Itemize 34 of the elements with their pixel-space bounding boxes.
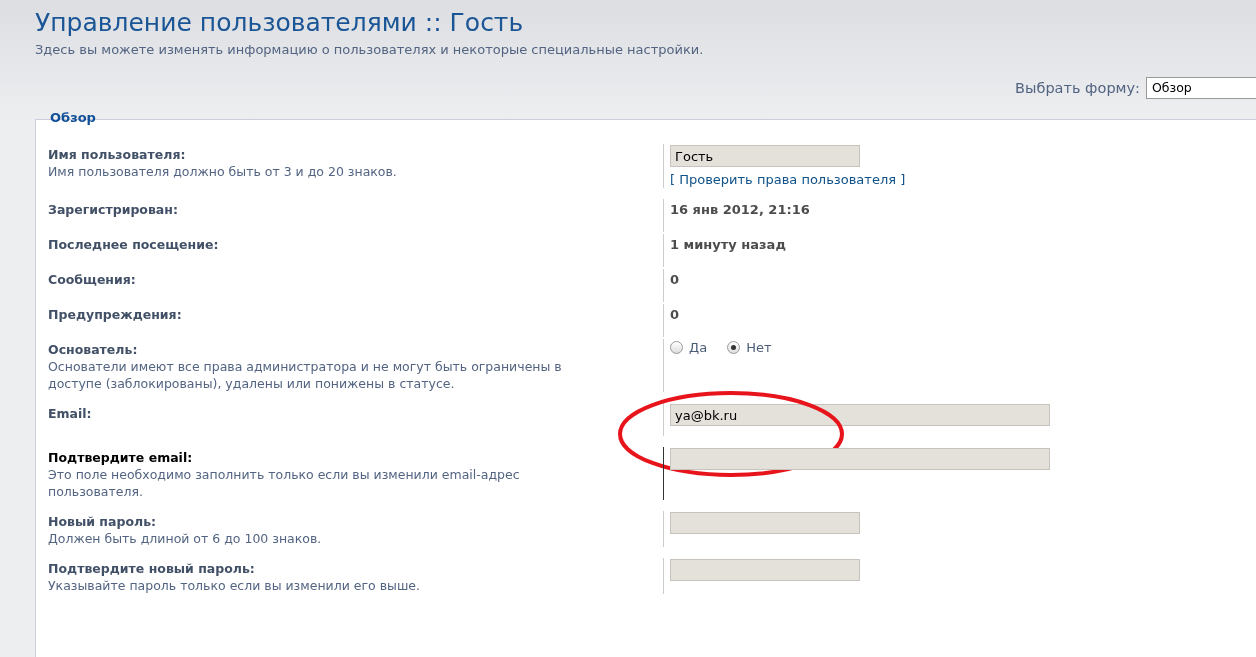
page-title: Управление пользователями :: Гость <box>34 7 525 39</box>
page-description: Здесь вы можете изменять информацию о пользователях и некоторые специальные настройки. <box>34 41 705 59</box>
input-field[interactable]: ya@bk.ru <box>670 404 1050 426</box>
input-field[interactable] <box>670 559 860 581</box>
field-value: 0 <box>670 271 680 289</box>
field-hint: Указывайте пароль только если вы изменили его выше. <box>48 577 421 594</box>
field-hint: Имя пользователя должно быть от 3 и до 20 знаков. <box>48 163 398 180</box>
field-label: Основатель: <box>48 341 139 358</box>
field-label: Email: <box>48 405 93 422</box>
input-field[interactable] <box>670 512 860 534</box>
form-select[interactable]: Обзор <box>1146 77 1256 99</box>
form-select-label: Выбрать форму: <box>1015 80 1140 96</box>
check-permissions-link[interactable]: [ Проверить права пользователя ] <box>670 172 906 187</box>
field-label: Подтвердите новый пароль: <box>48 560 256 577</box>
field-hint: Это поле необходимо заполнить только если вы изменили email-адрес пользователя. <box>48 466 521 500</box>
field-label: Предупреждения: <box>48 306 183 323</box>
field-value: 1 минуту назад <box>670 236 786 254</box>
field-label: Новый пароль: <box>48 513 158 530</box>
panel-legend: Обзор <box>48 110 98 125</box>
field-label: Имя пользователя: <box>48 146 187 163</box>
input-field[interactable]: Гость <box>670 145 860 167</box>
radio-label: Да <box>689 340 708 355</box>
field-hint: Должен быть длиной от 6 до 100 знаков. <box>48 530 323 547</box>
field-value: 16 янв 2012, 21:16 <box>670 201 810 219</box>
field-label: Зарегистрирован: <box>48 201 179 218</box>
radio-button[interactable] <box>670 341 683 354</box>
field-label: Сообщения: <box>48 271 137 288</box>
field-value: 0 <box>670 306 680 324</box>
field-hint: Основатели имеют все права администратора и не могут быть ограничены в доступе (заблокированы), удалены или понижены в статусе. <box>48 358 563 392</box>
field-label: Последнее посещение: <box>48 236 220 253</box>
input-field[interactable] <box>670 448 1050 470</box>
radio-button[interactable] <box>727 341 741 354</box>
field-label: Подтвердите email: <box>48 449 194 466</box>
radio-label: Нет <box>746 340 772 355</box>
